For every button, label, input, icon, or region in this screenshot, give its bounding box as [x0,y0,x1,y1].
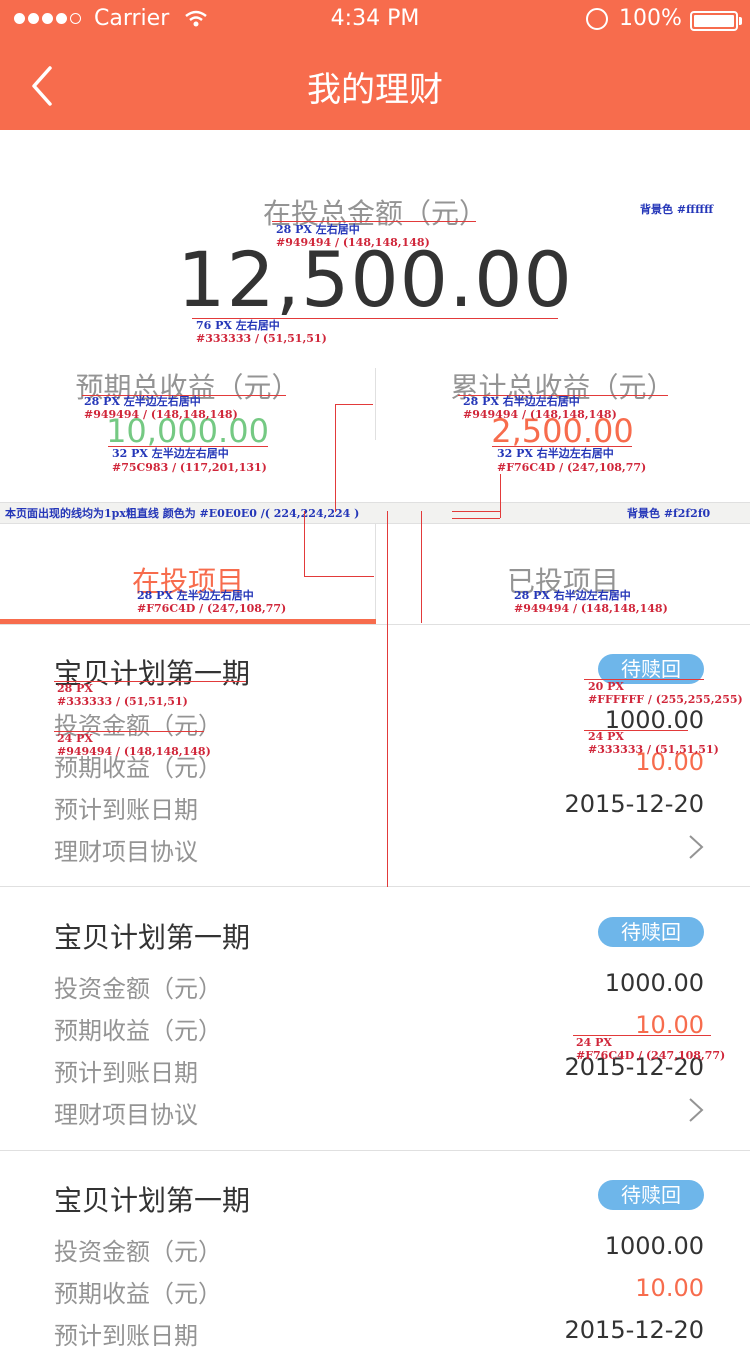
annotation-total-label-size: 28 PX 左右居中 [276,223,360,236]
annotation-tab-active-color: #F76C4D / (247,108,77) [137,602,287,615]
page-title: 我的理财 [307,70,443,110]
amount-label: 投资金额（元） [54,975,222,1003]
battery-icon [690,11,738,31]
annotation-total-value-color: #333333 / (51,51,51) [196,332,327,345]
annotation-expected-label-color: #949494 / (148,148,148) [84,408,238,421]
amount-label: 投资金额（元） [54,1238,222,1266]
agreement-link[interactable]: 理财项目协议 [54,832,198,867]
rotation-lock-icon [586,8,608,30]
agreement-link[interactable]: 理财项目协议 [54,1095,198,1130]
total-invested-value: 12,500.00 [177,235,573,324]
annotation-title-size: 28 PX [57,682,93,695]
annotation-tab-inactive-color: #949494 / (148,148,148) [514,602,668,615]
annotation-total-value-size: 76 PX 左右居中 [196,319,280,332]
annotation-label-color: #949494 / (148,148,148) [57,745,211,758]
annotation-tab-active-size: 28 PX 左半边左右居中 [137,589,254,602]
annotation-label-size: 24 PX [57,732,93,745]
date-value: 2015-12-20 [564,790,704,818]
annotation-cumulative-value-color: #F76C4D / (247,108,77) [497,461,647,474]
annotation-value-color: #333333 / (51,51,51) [588,743,719,756]
annotation-cumulative-value-size: 32 PX 右半边左右居中 [497,447,614,460]
annotation-badge-size: 20 PX [588,680,624,693]
date-label: 预计到账日期 [54,796,198,824]
chevron-right-icon[interactable] [684,834,708,860]
annotation-title-color: #333333 / (51,51,51) [57,695,188,708]
battery-percentage: 100% [619,6,682,31]
date-label: 预计到账日期 [54,1059,198,1087]
amount-value: 1000.00 [604,969,704,997]
annotation-bg-white: 背景色 #ffffff [640,203,714,216]
annotation-badge-color: #FFFFFF / (255,255,255) [588,693,743,706]
annotation-expected-value-size: 32 PX 左半边左右居中 [112,447,229,460]
annotation-cumulative-label-color: #949494 / (148,148,148) [463,408,617,421]
date-value: 2015-12-20 [564,1316,704,1344]
income-label: 预期收益（元） [54,1017,222,1045]
status-badge: 待赎回 [598,1180,704,1210]
annotation-income-color: #F76C4D / (247,108,77) [576,1049,726,1062]
status-bar: Carrier 4:34 PM 100% [0,0,750,40]
project-title: 宝贝计划第一期 [54,1184,251,1217]
chevron-right-icon[interactable] [684,1097,708,1123]
status-badge: 待赎回 [598,917,704,947]
total-invested-label: 在投总金额（元） [262,197,487,230]
annotation-line-note: 本页面出现的线均为1px粗直线 颜色为 #E0E0E0 /( 224,224,2… [5,507,360,520]
annotation-income-size: 24 PX [576,1036,612,1049]
income-label: 预期收益（元） [54,1280,222,1308]
annotation-expected-label-size: 28 PX 左半边左右居中 [84,395,201,408]
annotation-tab-inactive-size: 28 PX 右半边左右居中 [514,589,631,602]
annotation-cumulative-label-size: 28 PX 右半边左右居中 [463,395,580,408]
income-value: 10.00 [635,1274,704,1302]
amount-value: 1000.00 [604,1232,704,1260]
project-title: 宝贝计划第一期 [54,921,251,954]
annotation-bg-gray: 背景色 #f2f2f0 [627,507,711,520]
annotation-value-size: 24 PX [588,730,624,743]
annotation-total-label-color: #949494 / (148,148,148) [276,236,430,249]
annotation-expected-value-color: #75C983 / (117,201,131) [112,461,267,474]
